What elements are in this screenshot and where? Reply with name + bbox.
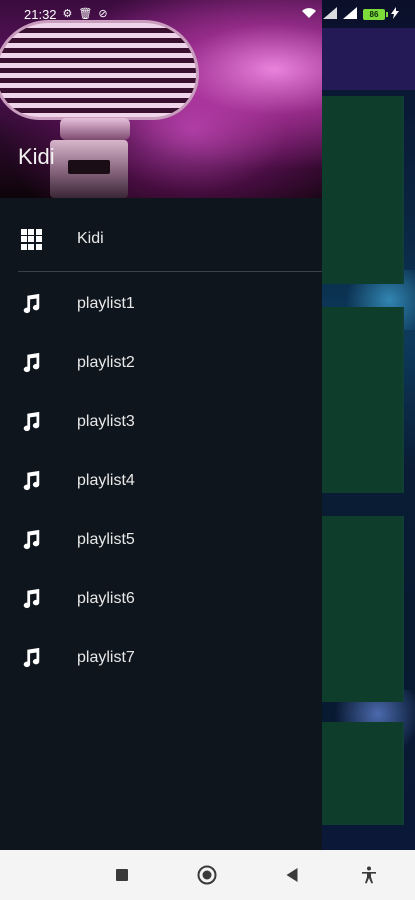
- music-note-icon: [18, 291, 44, 317]
- system-nav-bar: [0, 850, 415, 900]
- drawer-item-playlist6[interactable]: playlist6: [0, 569, 322, 628]
- background-card: [322, 516, 404, 702]
- background-card: [322, 96, 404, 284]
- drawer-item-playlist5[interactable]: playlist5: [0, 510, 322, 569]
- navigation-drawer: Kidi Kidi playlist1 playlist2 playlist3 …: [0, 0, 322, 850]
- wifi-icon: [301, 7, 317, 22]
- trash-icon: 🗑: [78, 7, 93, 20]
- background-card: [322, 722, 404, 825]
- recents-button[interactable]: [116, 869, 128, 881]
- home-button[interactable]: [197, 865, 217, 885]
- drawer-item-home[interactable]: Kidi: [0, 207, 322, 271]
- drawer-item-label: playlist6: [77, 589, 135, 607]
- microphone-image: [0, 20, 199, 120]
- accessibility-button[interactable]: [359, 865, 379, 885]
- grid-icon: [18, 226, 44, 252]
- drawer-item-playlist1[interactable]: playlist1: [0, 274, 322, 333]
- drawer-header: Kidi: [0, 0, 322, 198]
- circle-slash-icon: ⊘: [98, 7, 108, 20]
- drawer-item-playlist3[interactable]: playlist3: [0, 392, 322, 451]
- charging-icon: [391, 6, 399, 22]
- status-time: 21:32: [24, 6, 57, 22]
- status-right: 86: [301, 6, 399, 22]
- gear-icon: ⚙: [62, 7, 73, 20]
- drawer-item-playlist2[interactable]: playlist2: [0, 333, 322, 392]
- back-button[interactable]: [286, 868, 298, 882]
- status-left: 21:32 ⚙ 🗑 ⊘: [24, 7, 108, 22]
- drawer-item-label: playlist2: [77, 353, 135, 371]
- screen: 21:32 ⚙ 🗑 ⊘ 86 Kidi Kidi playlist1 playl…: [0, 0, 415, 900]
- drawer-header-title: Kidi: [18, 144, 55, 169]
- background-toolbar: [322, 28, 415, 90]
- drawer-item-label: Kidi: [77, 230, 104, 247]
- accessibility-icon: [362, 866, 376, 884]
- music-note-icon: [18, 468, 44, 494]
- microphone-base: [50, 140, 128, 198]
- drawer-item-label: playlist1: [77, 294, 135, 312]
- music-note-icon: [18, 409, 44, 435]
- drawer-item-playlist7[interactable]: playlist7: [0, 628, 322, 687]
- background-card: [322, 307, 404, 493]
- signal-icon: [343, 6, 357, 22]
- drawer-item-label: playlist3: [77, 412, 135, 430]
- music-note-icon: [18, 586, 44, 612]
- drawer-item-playlist4[interactable]: playlist4: [0, 451, 322, 510]
- battery-icon: 86: [363, 8, 388, 20]
- microphone-neck: [60, 118, 130, 140]
- drawer-divider: [18, 271, 322, 272]
- signal-icon: [323, 6, 337, 22]
- drawer-item-label: playlist5: [77, 530, 135, 548]
- status-bar: 21:32 ⚙ 🗑 ⊘ 86: [0, 0, 415, 28]
- music-note-icon: [18, 645, 44, 671]
- drawer-item-label: playlist4: [77, 471, 135, 489]
- drawer-item-label: playlist7: [77, 648, 135, 666]
- music-note-icon: [18, 350, 44, 376]
- music-note-icon: [18, 527, 44, 553]
